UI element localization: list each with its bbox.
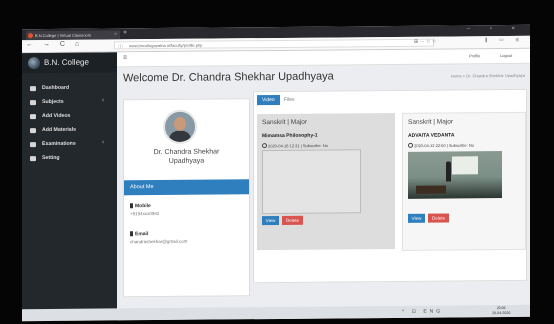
- navigation-buttons[interactable]: ← → C ⌂: [26, 41, 83, 48]
- sidebar: B.N. College Dashboard Subjects ‹ Add Vi…: [22, 52, 117, 322]
- desk: [416, 185, 446, 194]
- card-subject: Sanskrit | Major: [408, 118, 454, 126]
- email-label-text: Email: [135, 231, 149, 238]
- sidebar-item-dashboard[interactable]: Dashboard: [22, 82, 117, 95]
- videos-panel: Video Files Sanskrit | Major Mimamsa Phi…: [253, 88, 527, 284]
- email-label: Email: [130, 231, 148, 237]
- profile-link[interactable]: Profile: [469, 53, 480, 58]
- favicon-icon: [28, 33, 33, 39]
- card-title: ADVAITA VEDANTA: [408, 132, 455, 139]
- tab-close-icon[interactable]: ×: [114, 30, 117, 39]
- new-tab-button[interactable]: +: [123, 29, 127, 36]
- video-icon: [30, 114, 36, 120]
- lecturer-figure: [446, 161, 451, 182]
- menu-toggle-icon[interactable]: ≡: [123, 54, 127, 61]
- mobile-label-text: Mobile: [135, 203, 151, 210]
- url-text: www.bncollegepatna.in/faculty/profile.ph…: [129, 42, 203, 49]
- exam-icon: [30, 142, 36, 148]
- tab-video[interactable]: Video: [257, 94, 280, 106]
- book-icon: [30, 100, 36, 106]
- card-subject: Sanskrit | Major: [262, 118, 308, 127]
- breadcrumb[interactable]: Home > Dr. Chandra Shekhar Upadhyaya: [451, 73, 525, 79]
- window-controls[interactable]: – ▫ ×: [467, 26, 524, 33]
- brand[interactable]: B.N. College: [22, 52, 117, 74]
- clock-icon: [408, 142, 413, 148]
- brand-name: B.N. College: [44, 57, 89, 68]
- view-button[interactable]: View: [262, 215, 279, 226]
- delete-button[interactable]: Delete: [428, 213, 449, 223]
- browser-toolbar-icons[interactable]: ⫴ ▭ ≡: [485, 38, 524, 45]
- view-button[interactable]: View: [408, 213, 425, 223]
- profile-card: Dr. Chandra Shekhar Upadhyaya About Me M…: [123, 98, 250, 298]
- video-thumbnail[interactable]: [408, 151, 502, 199]
- sidebar-item-label: Dashboard: [42, 84, 70, 92]
- sidebar-item-subjects[interactable]: Subjects ‹: [22, 96, 117, 109]
- sidebar-item-label: Subjects: [42, 98, 64, 106]
- chevron-left-icon: ‹: [102, 139, 104, 146]
- video-card: Sanskrit | Major Mimamsa Philosophy-1 20…: [257, 112, 395, 251]
- logout-link[interactable]: Logout: [500, 53, 512, 58]
- avatar-head: [174, 116, 186, 131]
- card-title: Mimamsa Philosophy-1: [262, 132, 318, 140]
- tab-files[interactable]: Files: [279, 95, 300, 105]
- sidebar-item-label: Add Videos: [42, 112, 71, 120]
- phone-icon: [130, 203, 133, 209]
- card-meta: 2020-04-18 12:31 | Subscribe: No: [262, 143, 328, 149]
- video-player[interactable]: [262, 149, 361, 215]
- chevron-left-icon: ‹: [102, 97, 104, 104]
- address-bar-tools[interactable]: ⊞ ··· ☆ ☆: [414, 39, 436, 45]
- projector-screen: [452, 156, 478, 175]
- gear-icon: [30, 156, 36, 162]
- college-logo-icon: [28, 57, 40, 70]
- delete-button[interactable]: Delete: [282, 215, 303, 225]
- card-meta: 2020-04-12 22:50 | Subscribe: No: [408, 142, 474, 148]
- address-bar[interactable]: ⓘ www.bncollegepatna.in/faculty/profile.…: [114, 38, 434, 50]
- card-meta-text: 2020-04-12 22:50 | Subscribe: No: [414, 142, 474, 149]
- sidebar-item-setting[interactable]: Setting: [22, 152, 117, 165]
- email-value: chandrashekhar@gmail.com: [130, 238, 188, 245]
- sidebar-item-label: Examinations: [42, 140, 76, 148]
- sidebar-item-add-materials[interactable]: Add Materials: [22, 124, 117, 137]
- sidebar-item-label: Setting: [42, 154, 60, 162]
- page-title: Welcome Dr. Chandra Shekhar Upadhyaya: [123, 70, 334, 85]
- card-meta-text: 2020-04-18 12:31 | Subscribe: No: [268, 142, 328, 149]
- main-content: Welcome Dr. Chandra Shekhar Upadhyaya Ho…: [117, 63, 530, 321]
- about-me-header: About Me: [124, 179, 249, 196]
- avatar: [163, 109, 197, 144]
- page-info-icon[interactable]: ⓘ: [118, 43, 123, 49]
- sidebar-item-label: Add Materials: [42, 126, 77, 134]
- profile-name: Dr. Chandra Shekhar Upadhyaya: [124, 147, 249, 166]
- monitor-screen: B.N.College | Virtual Classroom × + – ▫ …: [22, 24, 530, 322]
- avatar-body: [169, 130, 191, 144]
- dashboard-icon: [30, 86, 36, 92]
- mobile-value: +9194xxx0982: [130, 211, 160, 217]
- taskbar-clock[interactable]: 20:06 20-04-2020: [492, 306, 510, 315]
- mobile-label: Mobile: [130, 203, 151, 209]
- envelope-icon: [130, 231, 133, 237]
- folder-icon: [30, 128, 36, 134]
- sidebar-item-add-videos[interactable]: Add Videos: [22, 110, 117, 123]
- tab-title: B.N.College | Virtual Classroom: [35, 32, 92, 39]
- profile-name-line2: Upadhyaya: [168, 157, 205, 165]
- clock-date: 20-04-2020: [492, 310, 511, 315]
- video-card: Sanskrit | Major ADVAITA VEDANTA 2020-04…: [402, 111, 526, 251]
- system-tray-icons[interactable]: ^ ⊡ ENG: [402, 309, 443, 315]
- clock-icon: [262, 143, 267, 149]
- sidebar-item-examinations[interactable]: Examinations ‹: [22, 138, 117, 151]
